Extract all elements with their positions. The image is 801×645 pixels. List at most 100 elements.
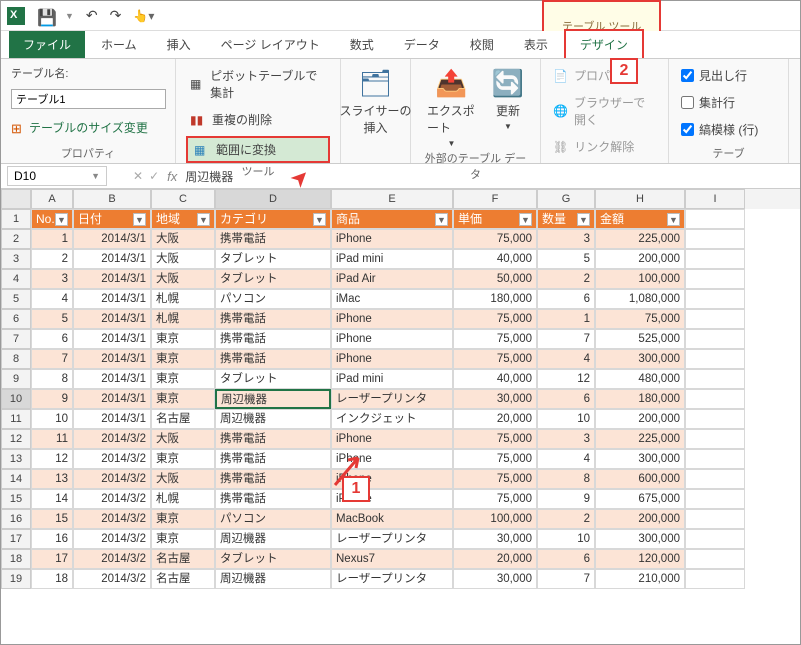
cell-empty[interactable] (685, 309, 745, 329)
cell-empty[interactable] (685, 269, 745, 289)
enter-icon[interactable]: ✓ (149, 169, 159, 183)
cell[interactable]: 1 (537, 309, 595, 329)
cell[interactable]: 2 (31, 249, 73, 269)
select-all-corner[interactable] (1, 189, 31, 209)
cell[interactable]: 10 (537, 409, 595, 429)
cell[interactable]: 100,000 (453, 509, 537, 529)
cell-empty[interactable] (685, 469, 745, 489)
cell[interactable]: iPhone (331, 349, 453, 369)
cell[interactable]: 75,000 (453, 309, 537, 329)
refresh-button[interactable]: 🔄 更新▼ (486, 65, 530, 150)
cell[interactable]: レーザープリンタ (331, 569, 453, 589)
cell[interactable]: MacBook (331, 509, 453, 529)
cell[interactable]: 75,000 (453, 469, 537, 489)
cell[interactable]: 名古屋 (151, 569, 215, 589)
cell[interactable]: 2014/3/2 (73, 549, 151, 569)
row-header-18[interactable]: 18 (1, 549, 31, 569)
cell[interactable]: 6 (537, 549, 595, 569)
th-amount[interactable]: 金額▼ (595, 209, 685, 229)
cell[interactable]: 東京 (151, 529, 215, 549)
cell[interactable]: パソコン (215, 289, 331, 309)
cell[interactable]: 200,000 (595, 409, 685, 429)
cell[interactable]: 2014/3/2 (73, 469, 151, 489)
table-name-input[interactable] (11, 89, 166, 109)
cell[interactable]: 2014/3/2 (73, 509, 151, 529)
th-category[interactable]: カテゴリ▼ (215, 209, 331, 229)
cell[interactable]: 75,000 (595, 309, 685, 329)
cell[interactable]: 携帯電話 (215, 229, 331, 249)
row-header-5[interactable]: 5 (1, 289, 31, 309)
cell[interactable]: タブレット (215, 269, 331, 289)
cell[interactable]: 120,000 (595, 549, 685, 569)
cancel-icon[interactable]: ✕ (133, 169, 143, 183)
cell[interactable]: 15 (31, 509, 73, 529)
cell[interactable]: 2014/3/1 (73, 289, 151, 309)
cell-empty[interactable] (685, 449, 745, 469)
cell-empty[interactable] (685, 229, 745, 249)
tab-file[interactable]: ファイル (9, 31, 85, 58)
cell-empty[interactable] (685, 489, 745, 509)
tab-design[interactable]: デザイン (564, 29, 644, 58)
cell[interactable]: 名古屋 (151, 549, 215, 569)
filter-icon[interactable]: ▼ (133, 213, 146, 226)
cell[interactable]: 携帯電話 (215, 449, 331, 469)
row-header-10[interactable]: 10 (1, 389, 31, 409)
col-header-E[interactable]: E (331, 189, 453, 209)
cell-empty[interactable] (685, 509, 745, 529)
cell-empty[interactable] (685, 209, 745, 229)
col-header-G[interactable]: G (537, 189, 595, 209)
cell[interactable]: 大阪 (151, 249, 215, 269)
tab-data[interactable]: データ (390, 31, 454, 58)
cell[interactable]: 4 (31, 289, 73, 309)
total-row-checkbox[interactable]: 集計行 (679, 92, 778, 113)
cell[interactable]: 100,000 (595, 269, 685, 289)
cell[interactable]: 1 (31, 229, 73, 249)
cell[interactable]: 40,000 (453, 369, 537, 389)
tab-page-layout[interactable]: ページ レイアウト (207, 31, 334, 58)
cell[interactable]: iPad Air (331, 269, 453, 289)
cell[interactable]: 周辺機器 (215, 389, 331, 409)
cell[interactable]: 6 (537, 389, 595, 409)
cell[interactable]: 周辺機器 (215, 529, 331, 549)
th-no[interactable]: No.▼ (31, 209, 73, 229)
cell[interactable]: 東京 (151, 389, 215, 409)
cell[interactable]: タブレット (215, 249, 331, 269)
cell[interactable]: Nexus7 (331, 549, 453, 569)
redo-icon[interactable]: ↷ (110, 7, 122, 24)
row-header-3[interactable]: 3 (1, 249, 31, 269)
fx-icon[interactable]: fx (167, 169, 177, 184)
tab-review[interactable]: 校閲 (456, 31, 508, 58)
touch-mode-icon[interactable]: 👆▾ (133, 9, 154, 23)
cell[interactable]: 8 (537, 469, 595, 489)
tab-view[interactable]: 表示 (510, 31, 562, 58)
cell[interactable]: 大阪 (151, 269, 215, 289)
cell[interactable]: 5 (31, 309, 73, 329)
row-header-6[interactable]: 6 (1, 309, 31, 329)
cell[interactable]: 300,000 (595, 349, 685, 369)
cell[interactable]: 75,000 (453, 429, 537, 449)
cell[interactable]: 名古屋 (151, 409, 215, 429)
cell[interactable]: 周辺機器 (215, 409, 331, 429)
cell[interactable]: 180,000 (453, 289, 537, 309)
formula-bar-value[interactable]: 周辺機器 (185, 168, 233, 185)
cell[interactable]: 東京 (151, 329, 215, 349)
cell[interactable]: 2014/3/1 (73, 349, 151, 369)
qat-dropdown-icon[interactable]: ▼ (65, 11, 74, 21)
convert-to-range-button[interactable]: ▦ 範囲に変換 (186, 136, 330, 163)
banded-rows-checkbox[interactable]: 縞模様 (行) (679, 119, 778, 140)
cell[interactable]: 大阪 (151, 229, 215, 249)
cell[interactable]: タブレット (215, 549, 331, 569)
cell[interactable]: 12 (31, 449, 73, 469)
col-header-H[interactable]: H (595, 189, 685, 209)
cell[interactable]: 7 (31, 349, 73, 369)
cell[interactable]: 札幌 (151, 309, 215, 329)
cell[interactable]: 30,000 (453, 529, 537, 549)
cell[interactable]: 携帯電話 (215, 309, 331, 329)
remove-duplicates-button[interactable]: ▮▮ 重複の削除 (186, 109, 330, 130)
cell[interactable]: 携帯電話 (215, 469, 331, 489)
cell[interactable]: インクジェット (331, 409, 453, 429)
cell-empty[interactable] (685, 549, 745, 569)
cell[interactable]: 50,000 (453, 269, 537, 289)
row-header-12[interactable]: 12 (1, 429, 31, 449)
cell[interactable]: iPad mini (331, 369, 453, 389)
